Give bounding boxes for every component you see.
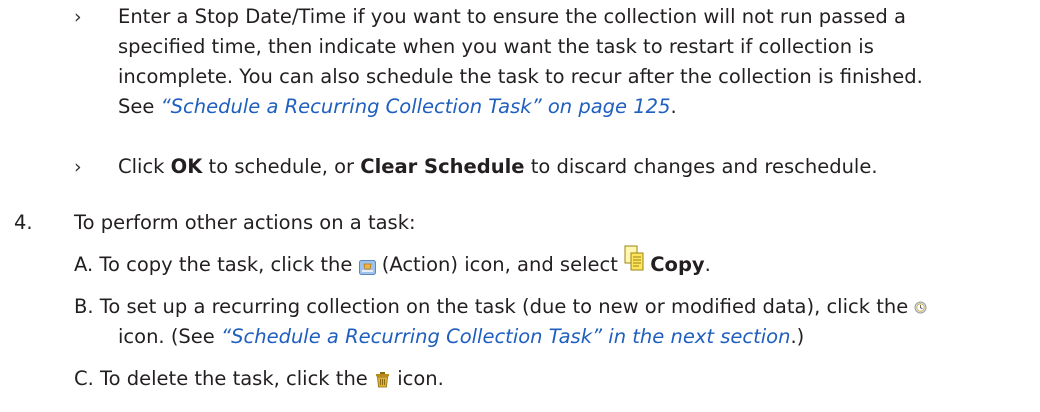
trash-icon (374, 369, 391, 388)
cross-reference-link[interactable]: “Schedule a Recurring Collection Task” o… (161, 95, 671, 118)
text: To delete the task, click the (100, 367, 375, 390)
bullet-marker: › (74, 6, 82, 28)
step-number: 4. (14, 211, 33, 234)
paragraph-line: specified time, then indicate when you w… (118, 35, 874, 58)
text: icon. (See (118, 325, 222, 348)
text: Click (118, 155, 171, 178)
substep-a: A. To copy the task, click the (Action) … (74, 245, 711, 279)
cross-reference-link[interactable]: “Schedule a Recurring Collection Task” i… (221, 325, 790, 348)
clock-icon (914, 295, 927, 314)
text: to discard changes and reschedule. (524, 155, 878, 178)
paragraph-line: icon. (See “Schedule a Recurring Collect… (118, 324, 804, 350)
text: to schedule, or (202, 155, 361, 178)
substep-label: B. (74, 295, 94, 318)
step-text: To perform other actions on a task: (74, 211, 416, 234)
text: (Action) icon, and select (375, 253, 625, 276)
text: To set up a recurring collection on the … (99, 295, 909, 318)
text: . (704, 253, 711, 276)
text: .) (790, 325, 805, 348)
substep-b: B. To set up a recurring collection on t… (74, 294, 927, 320)
bullet-marker: › (74, 156, 82, 178)
ok-term: OK (170, 155, 203, 178)
paragraph-line: See “Schedule a Recurring Collection Tas… (118, 94, 677, 120)
paragraph-line: Click OK to schedule, or Clear Schedule … (118, 154, 878, 180)
text: icon. (391, 367, 444, 390)
text: See (118, 95, 161, 118)
paragraph-line: Enter a Stop Date/Time if you want to en… (118, 5, 906, 28)
copy-icon (624, 245, 644, 272)
paragraph-line: incomplete. You can also schedule the ta… (118, 65, 923, 88)
clear-schedule-term: Clear Schedule (360, 155, 525, 178)
text: . (670, 95, 677, 118)
document-page: › Enter a Stop Date/Time if you want to … (0, 0, 1040, 412)
substep-label: A. (74, 253, 94, 276)
copy-term: Copy (650, 253, 705, 276)
text: To copy the task, click the (99, 253, 359, 276)
action-icon (358, 256, 376, 275)
substep-c: C. To delete the task, click the icon. (74, 366, 444, 392)
substep-label: C. (74, 367, 94, 390)
